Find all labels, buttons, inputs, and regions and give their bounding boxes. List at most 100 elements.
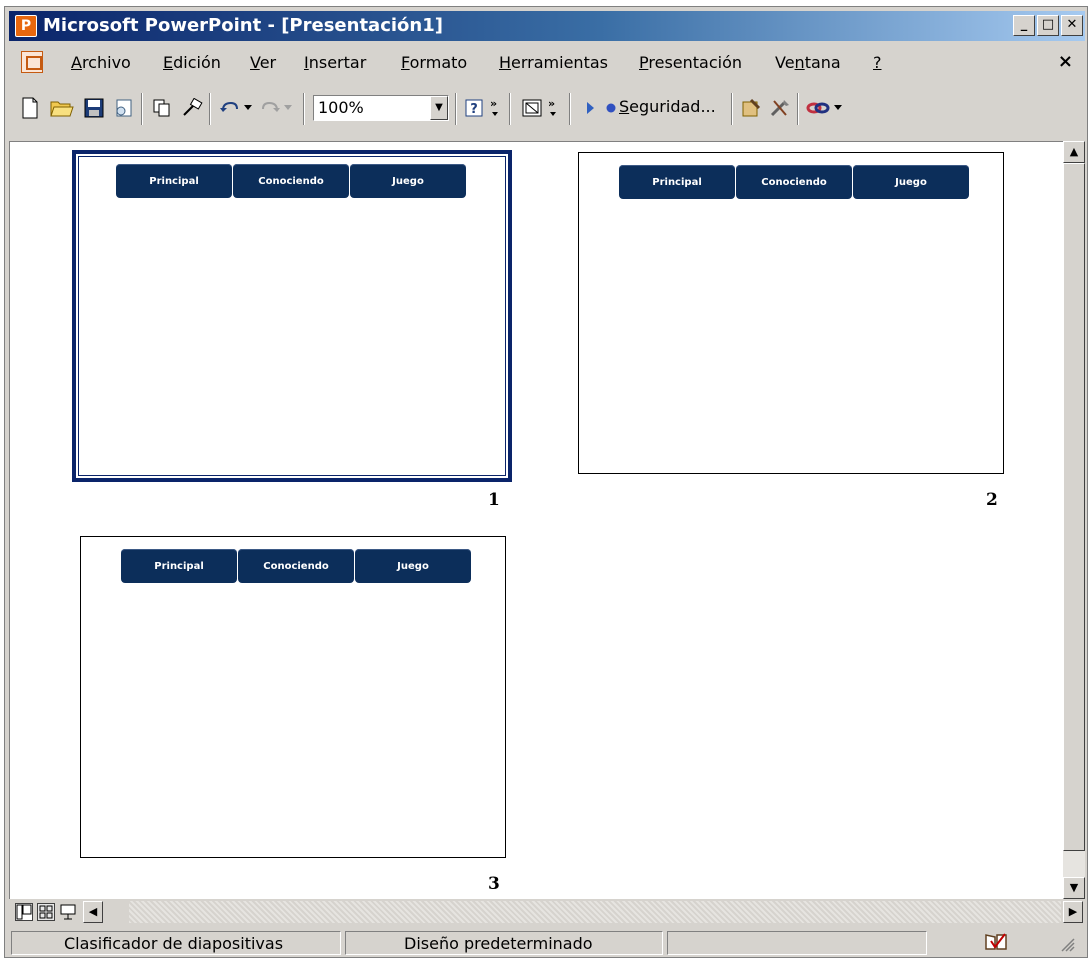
- slide-thumbnail-1[interactable]: Principal Conociendo Juego: [72, 150, 512, 482]
- scroll-thumb[interactable]: [1063, 163, 1085, 851]
- toolbar-separator: [731, 93, 733, 125]
- undo-dropdown-icon[interactable]: [241, 95, 255, 121]
- scroll-right-button[interactable]: ▶: [1063, 901, 1083, 923]
- permission-icon[interactable]: [111, 95, 137, 121]
- toolbar-overflow-icon[interactable]: »: [545, 95, 561, 121]
- undo-icon[interactable]: [217, 95, 243, 121]
- juego-button[interactable]: Juego: [853, 165, 969, 199]
- svg-text:»: »: [548, 98, 555, 110]
- play-arrow-icon[interactable]: [583, 95, 599, 121]
- open-folder-icon[interactable]: [49, 95, 75, 121]
- status-design-name[interactable]: Diseño predeterminado: [345, 931, 663, 955]
- maximize-button[interactable]: □: [1037, 15, 1059, 36]
- customize-icon[interactable]: [739, 95, 765, 121]
- menu-ayuda[interactable]: ?: [873, 53, 882, 72]
- document-icon[interactable]: [21, 51, 43, 73]
- slide-number-3: 3: [488, 874, 500, 894]
- tools-icon[interactable]: [767, 95, 793, 121]
- horizontal-scroll-track[interactable]: [129, 901, 1061, 923]
- slide-navbar: Principal Conociendo Juego: [121, 549, 472, 583]
- juego-button[interactable]: Juego: [355, 549, 471, 583]
- copy-icon[interactable]: [149, 95, 175, 121]
- toolbar-overflow-icon[interactable]: »: [487, 95, 503, 121]
- menu-ver-label: er: [259, 53, 277, 72]
- juego-button[interactable]: Juego: [350, 164, 466, 198]
- status-spell-area: [931, 931, 1079, 955]
- toolbar-separator: [209, 93, 211, 125]
- menu-formato[interactable]: Formato: [401, 53, 467, 72]
- slide-thumbnail-3[interactable]: Principal Conociendo Juego: [80, 536, 506, 858]
- scroll-up-button[interactable]: ▲: [1063, 141, 1085, 163]
- title-bar[interactable]: P Microsoft PowerPoint - [Presentación1]…: [9, 11, 1085, 41]
- scroll-left-button[interactable]: ◀: [83, 901, 103, 923]
- principal-button[interactable]: Principal: [116, 164, 232, 198]
- status-bar: Clasificador de diapositivas Diseño pred…: [9, 927, 1085, 957]
- resize-grip-icon[interactable]: [1061, 937, 1075, 956]
- toolbar-separator: [141, 93, 143, 125]
- principal-button[interactable]: Principal: [619, 165, 735, 199]
- menu-ventana[interactable]: Ventana: [775, 53, 841, 72]
- slide-layout-icon[interactable]: [519, 95, 545, 121]
- menu-archivo-mnemonic: A: [71, 53, 82, 72]
- menu-bar: Archivo Edición Ver Insertar Formato Her…: [9, 45, 1085, 81]
- menu-ventana-mnemonic: n: [794, 53, 805, 72]
- slide-number-2: 2: [986, 490, 998, 510]
- seguridad-button[interactable]: Seguridad...: [619, 97, 716, 116]
- menu-insertar-label: nsertar: [308, 53, 367, 72]
- menu-presentacion[interactable]: Presentación: [639, 53, 742, 72]
- scroll-down-button[interactable]: ▼: [1063, 877, 1085, 899]
- conociendo-button[interactable]: Conociendo: [736, 165, 852, 199]
- seguridad-mnemonic: S: [619, 97, 630, 116]
- menu-formato-mnemonic: F: [401, 53, 410, 72]
- toolbar-separator: [797, 93, 799, 125]
- spelling-check-icon[interactable]: [983, 931, 1009, 955]
- toolbar-separator: [455, 93, 457, 125]
- menu-insertar[interactable]: Insertar: [304, 53, 366, 72]
- svg-text:?: ?: [470, 102, 478, 117]
- conociendo-button[interactable]: Conociendo: [238, 549, 354, 583]
- seguridad-label: eguridad...: [629, 97, 716, 116]
- slide-sorter-view-icon[interactable]: [37, 903, 55, 921]
- toolbar-separator: [509, 93, 511, 125]
- menu-herramientas[interactable]: Herramientas: [499, 53, 608, 72]
- zoom-dropdown-button[interactable]: ▼: [430, 96, 448, 120]
- slide-sorter-pane[interactable]: Principal Conociendo Juego 1 Principal C…: [9, 141, 1063, 899]
- slide-thumbnail-2[interactable]: Principal Conociendo Juego: [578, 152, 1004, 474]
- standard-toolbar: 100% ▼ ? » » Seguridad...: [9, 85, 1085, 135]
- save-icon[interactable]: [81, 95, 107, 121]
- normal-view-icon[interactable]: [15, 903, 33, 921]
- principal-button[interactable]: Principal: [121, 549, 237, 583]
- menu-formato-label: ormato: [409, 53, 468, 72]
- new-document-icon[interactable]: [17, 95, 43, 121]
- record-dot-icon[interactable]: [603, 95, 619, 121]
- menu-edicion[interactable]: Edición: [163, 53, 221, 72]
- vertical-scrollbar[interactable]: ▲ ▼: [1063, 141, 1085, 899]
- menu-archivo[interactable]: Archivo: [71, 53, 131, 72]
- status-view-name: Clasificador de diapositivas: [11, 931, 341, 955]
- redo-dropdown-icon[interactable]: [281, 95, 295, 121]
- menu-edicion-mnemonic: E: [163, 53, 174, 72]
- menu-ver[interactable]: Ver: [250, 53, 276, 72]
- document-close-button[interactable]: ×: [1058, 51, 1073, 72]
- menu-ver-mnemonic: V: [250, 53, 260, 72]
- close-button[interactable]: ✕: [1061, 15, 1083, 36]
- menu-ventana-prefix: Ve: [775, 53, 795, 72]
- slide-number-1: 1: [488, 490, 500, 510]
- slideshow-view-icon[interactable]: [59, 903, 77, 921]
- menu-archivo-label: rchivo: [81, 53, 131, 72]
- format-painter-icon[interactable]: [179, 95, 205, 121]
- toolbar-separator: [569, 93, 571, 125]
- conociendo-button[interactable]: Conociendo: [233, 164, 349, 198]
- status-empty-cell: [667, 931, 927, 955]
- toolbar-separator: [303, 93, 305, 125]
- minimize-button[interactable]: _: [1013, 15, 1035, 36]
- redo-icon[interactable]: [257, 95, 283, 121]
- view-bar: ◀ ▶: [9, 899, 1085, 925]
- slide-navbar: Principal Conociendo Juego: [116, 164, 467, 198]
- link-icon[interactable]: [805, 95, 831, 121]
- help-icon[interactable]: ?: [461, 95, 487, 121]
- window-title: Microsoft PowerPoint - [Presentación1]: [43, 15, 443, 36]
- powerpoint-icon[interactable]: P: [15, 15, 37, 37]
- toolbar-options-icon[interactable]: [831, 95, 845, 121]
- zoom-combobox[interactable]: 100% ▼: [313, 95, 449, 121]
